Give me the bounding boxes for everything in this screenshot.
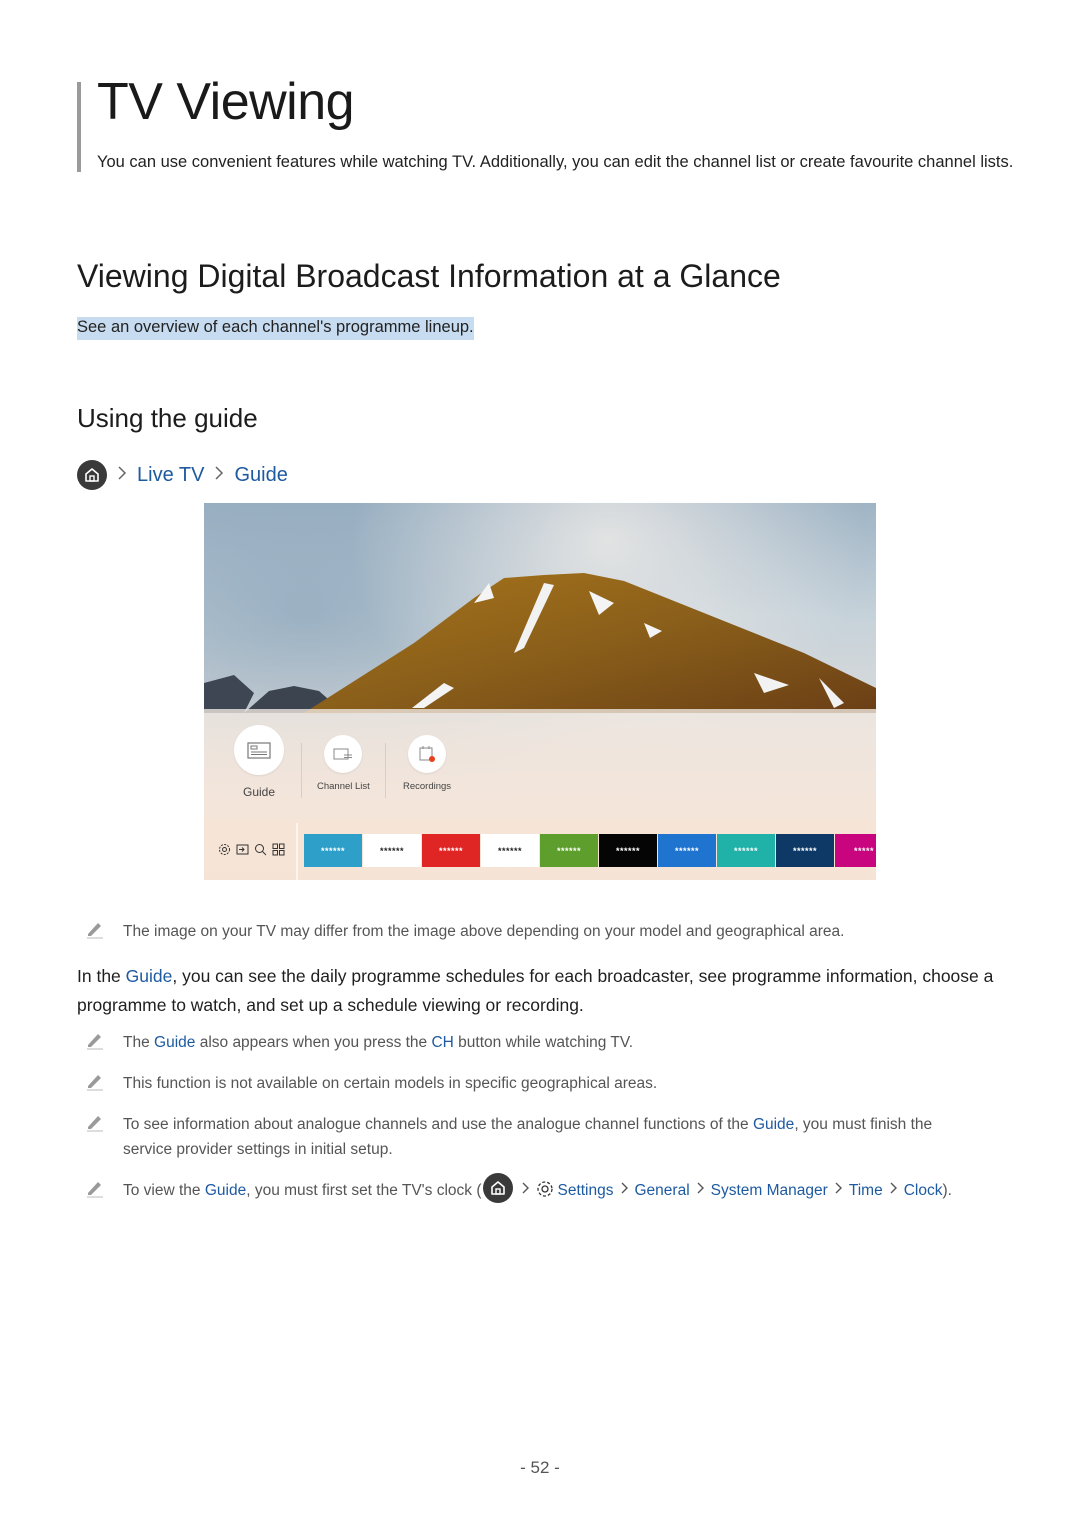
note-text: The image on your TV may differ from the… bbox=[123, 923, 845, 940]
menu-label: Guide bbox=[242, 785, 276, 799]
menu-label: Channel List bbox=[317, 781, 370, 792]
inline-link[interactable]: CH bbox=[431, 1034, 453, 1051]
channel-tile[interactable]: ****** bbox=[599, 834, 657, 867]
clock-path-item[interactable]: Time bbox=[849, 1182, 883, 1199]
page-number: - 52 - bbox=[520, 1458, 560, 1477]
menu-item-guide[interactable]: Guide bbox=[234, 725, 284, 799]
bar-divider bbox=[296, 823, 298, 880]
apps-icon[interactable] bbox=[272, 843, 285, 861]
channel-tile[interactable]: ****** bbox=[422, 834, 480, 867]
note-item: The Guide also appears when you press th… bbox=[85, 1030, 983, 1055]
menu-divider bbox=[301, 743, 302, 798]
channel-list-icon bbox=[324, 735, 363, 773]
tv-screenshot: Guide Channel List Recordings ****** ****… bbox=[204, 503, 876, 880]
inline-link[interactable]: Guide bbox=[154, 1034, 195, 1051]
pencil-note-icon bbox=[85, 1178, 107, 1200]
chapter-intro: You can use convenient features while wa… bbox=[97, 153, 1014, 171]
channel-tile[interactable]: ****** bbox=[776, 834, 834, 867]
path-item-guide[interactable]: Guide bbox=[234, 464, 287, 487]
guide-link[interactable]: Guide bbox=[205, 1182, 246, 1199]
channel-tile[interactable]: ****** bbox=[363, 834, 421, 867]
clock-path-item[interactable]: Settings bbox=[557, 1182, 613, 1199]
recordings-icon bbox=[408, 735, 447, 773]
chevron-right-icon bbox=[696, 1178, 705, 1203]
note-text: To view the Guide, you must first set th… bbox=[123, 1172, 1023, 1203]
pencil-note-icon bbox=[85, 919, 107, 941]
body-text: In the bbox=[77, 966, 126, 986]
channel-tile[interactable]: ****** bbox=[658, 834, 716, 867]
inline-link[interactable]: Guide bbox=[753, 1116, 794, 1133]
menu-label: Recordings bbox=[403, 781, 452, 792]
channel-tile[interactable]: ****** bbox=[717, 834, 775, 867]
note-text: This function is not available on certai… bbox=[123, 1075, 658, 1092]
guide-icon bbox=[234, 725, 284, 775]
note-clock: To view the Guide, you must first set th… bbox=[85, 1172, 1023, 1203]
settings-icon[interactable] bbox=[218, 843, 231, 861]
clock-path-item[interactable]: Clock bbox=[904, 1182, 943, 1199]
clock-menu-path: Settings General System Manager Time Clock bbox=[515, 1181, 943, 1199]
body-paragraph: In the Guide, you can see the daily prog… bbox=[77, 962, 1007, 1020]
guide-link[interactable]: Guide bbox=[126, 966, 173, 986]
channel-tile[interactable]: ****** bbox=[540, 834, 598, 867]
source-icon[interactable] bbox=[236, 843, 249, 861]
chapter-title: TV Viewing bbox=[97, 73, 355, 131]
home-icon bbox=[77, 460, 107, 490]
clock-path-item[interactable]: System Manager bbox=[711, 1182, 828, 1199]
menu-path: Live TV Guide bbox=[77, 460, 288, 490]
chevron-right-icon bbox=[834, 1178, 843, 1203]
menu-divider bbox=[385, 743, 386, 798]
section-subtitle: See an overview of each channel's progra… bbox=[77, 317, 474, 340]
settings-gear-icon bbox=[536, 1181, 554, 1199]
pencil-note-icon bbox=[85, 1112, 107, 1134]
note-item: This function is not available on certai… bbox=[85, 1071, 983, 1096]
channel-tile[interactable]: ****** bbox=[304, 834, 362, 867]
note-text: The Guide also appears when you press th… bbox=[123, 1034, 634, 1051]
channel-tile[interactable]: ***** bbox=[835, 834, 876, 867]
chevron-right-icon bbox=[521, 1178, 530, 1203]
section-title: Viewing Digital Broadcast Information at… bbox=[77, 258, 781, 294]
menu-item-channel-list[interactable]: Channel List bbox=[317, 735, 370, 792]
note-item: To see information about analogue channe… bbox=[85, 1112, 983, 1162]
search-icon[interactable] bbox=[254, 843, 267, 861]
pencil-note-icon bbox=[85, 1071, 107, 1093]
home-icon bbox=[483, 1172, 514, 1203]
path-item-live-tv[interactable]: Live TV bbox=[137, 464, 204, 487]
clock-path-item[interactable]: General bbox=[635, 1182, 690, 1199]
chevron-right-icon bbox=[214, 465, 224, 486]
chevron-right-icon bbox=[620, 1178, 629, 1203]
bar-icons bbox=[218, 843, 285, 861]
chevron-right-icon bbox=[889, 1178, 898, 1203]
chevron-right-icon bbox=[117, 465, 127, 486]
channel-tile[interactable]: ****** bbox=[481, 834, 539, 867]
note-image-differs: The image on your TV may differ from the… bbox=[85, 919, 983, 944]
subsection-title: Using the guide bbox=[77, 403, 258, 433]
pencil-note-icon bbox=[85, 1030, 107, 1052]
chapter-accent-bar bbox=[77, 82, 81, 172]
note-text: To see information about analogue channe… bbox=[123, 1116, 933, 1158]
menu-item-recordings[interactable]: Recordings bbox=[403, 735, 451, 792]
body-text: , you can see the daily programme schedu… bbox=[77, 966, 994, 1015]
